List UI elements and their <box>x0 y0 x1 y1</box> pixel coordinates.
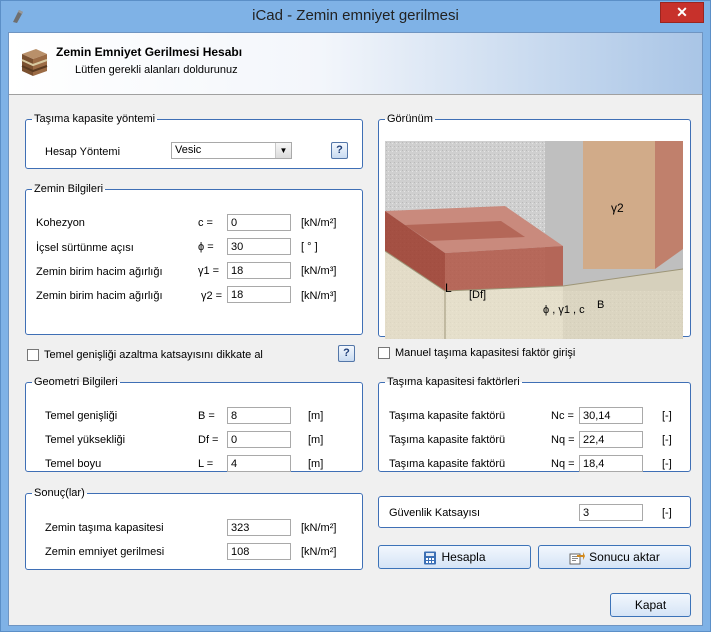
width-reduction-label: Temel genişliği azaltma katsayısını dikk… <box>44 349 263 361</box>
header-title: Zemin Emniyet Gerilmesi Hesabı <box>56 45 243 59</box>
header-subtitle: Lütfen gerekli alanları doldurunuz <box>75 64 238 76</box>
friction-angle-symbol: ϕ = <box>198 241 214 253</box>
factor-nc-input[interactable] <box>579 407 643 424</box>
foundation-width-input[interactable] <box>227 407 291 424</box>
foundation-depth-unit: [m] <box>308 434 324 446</box>
unit-weight-2-input[interactable] <box>227 286 291 303</box>
window-close-button[interactable]: ✕ <box>660 2 704 23</box>
cohesion-label: Kohezyon <box>36 217 85 229</box>
factor-nq-input[interactable] <box>579 431 643 448</box>
cohesion-symbol: c = <box>198 217 213 229</box>
method-group: Taşıma kapasite yöntemi Hesap Yöntemi Ve… <box>25 113 363 169</box>
method-help-button[interactable]: ? <box>331 142 348 159</box>
cohesion-unit: [kN/m²] <box>301 217 337 229</box>
window-title: iCad - Zemin emniyet gerilmesi <box>252 7 459 24</box>
foundation-depth-input[interactable] <box>227 431 291 448</box>
geometry-group-legend: Geometri Bilgileri <box>34 376 118 388</box>
factor-nc-label: Taşıma kapasite faktörü <box>389 410 506 422</box>
bearing-capacity-output[interactable] <box>227 519 291 536</box>
soil-layers-icon <box>21 49 48 76</box>
unit-weight-1-unit: [kN/m³] <box>301 265 337 277</box>
depth-label: [Df] <box>469 289 487 301</box>
gamma2-label: γ2 <box>611 201 624 215</box>
factor-ngamma-symbol: Nq = <box>551 458 575 470</box>
foundation-width-symbol: B = <box>198 410 215 422</box>
unit-weight-2-unit: [kN/m³] <box>301 290 337 302</box>
method-select-value: Vesic <box>175 144 202 156</box>
friction-angle-label: İçsel sürtünme açısı <box>36 242 134 254</box>
factor-ngamma-unit: [-] <box>662 458 672 470</box>
factor-nq-symbol: Nq = <box>551 434 575 446</box>
foundation-depth-symbol: Df = <box>198 434 219 446</box>
dialog-header: Zemin Emniyet Gerilmesi Hesabı Lütfen ge… <box>9 33 702 95</box>
foundation-width-label: Temel genişliği <box>45 410 118 422</box>
manual-factors-label: Manuel taşıma kapasitesi faktör girişi <box>395 347 576 359</box>
soil-group-legend: Zemin Bilgileri <box>34 183 104 195</box>
allowable-stress-label: Zemin emniyet gerilmesi <box>45 546 165 558</box>
foundation-length-symbol: L = <box>198 458 214 470</box>
factor-nq-label: Taşıma kapasite faktörü <box>389 434 506 446</box>
unit-weight-1-label: Zemin birim hacim ağırlığı <box>36 266 163 278</box>
method-group-legend: Taşıma kapasite yöntemi <box>34 113 156 125</box>
method-select[interactable]: Vesic ▼ <box>171 142 292 159</box>
factors-group-legend: Taşıma kapasitesi faktörleri <box>387 376 520 388</box>
view-group: Görünüm γ2 L [Df] ϕ , γ1 , c B <box>378 113 691 339</box>
width-reduction-checkbox[interactable] <box>27 349 39 361</box>
export-result-button-label: Sonucu aktar <box>589 550 660 564</box>
view-group-legend: Görünüm <box>387 113 433 125</box>
friction-angle-unit: [ ° ] <box>301 241 318 253</box>
chevron-down-icon[interactable]: ▼ <box>275 143 291 158</box>
results-group: Sonuç(lar) Zemin taşıma kapasitesi [kN/m… <box>25 487 363 570</box>
foundation-depth-label: Temel yüksekliği <box>45 434 126 446</box>
manual-factors-checkbox[interactable] <box>378 347 390 359</box>
factor-nc-unit: [-] <box>662 410 672 422</box>
calculate-button[interactable]: Hesapla <box>378 545 531 569</box>
unit-weight-2-symbol: γ2 = <box>201 290 223 302</box>
dialog-client: Zemin Emniyet Gerilmesi Hesabı Lütfen ge… <box>8 32 703 626</box>
foundation-length-label: Temel boyu <box>45 458 102 470</box>
bearing-capacity-label: Zemin taşıma kapasitesi <box>45 522 164 534</box>
width-label: B <box>597 299 605 311</box>
safety-factor-input[interactable] <box>579 504 643 521</box>
safety-factor-label: Güvenlik Katsayısı <box>389 507 481 519</box>
calculator-icon <box>424 551 437 565</box>
cohesion-input[interactable] <box>227 214 291 231</box>
export-icon <box>569 551 586 565</box>
friction-angle-input[interactable] <box>227 238 291 255</box>
export-result-button[interactable]: Sonucu aktar <box>538 545 691 569</box>
factor-nq-unit: [-] <box>662 434 672 446</box>
length-label: L <box>445 281 452 295</box>
soil-group: Zemin Bilgileri Kohezyon c = [kN/m²] İçs… <box>25 183 363 335</box>
foundation-3d-drawing <box>385 141 683 339</box>
bearing-capacity-unit: [kN/m²] <box>301 522 337 534</box>
calculate-button-label: Hesapla <box>441 550 486 564</box>
safety-group: Güvenlik Katsayısı [-] <box>378 496 691 528</box>
factors-group: Taşıma kapasitesi faktörleri Taşıma kapa… <box>378 376 691 472</box>
close-button[interactable]: Kapat <box>610 593 691 617</box>
factor-nc-symbol: Nc = <box>551 410 574 422</box>
title-bar: iCad - Zemin emniyet gerilmesi ✕ <box>1 1 710 32</box>
factor-ngamma-label: Taşıma kapasite faktörü <box>389 458 506 470</box>
results-group-legend: Sonuç(lar) <box>34 487 85 499</box>
foundation-diagram: γ2 L [Df] ϕ , γ1 , c B <box>385 141 683 339</box>
unit-weight-1-input[interactable] <box>227 262 291 279</box>
foundation-width-unit: [m] <box>308 410 324 422</box>
width-reduction-help-button[interactable]: ? <box>338 345 355 362</box>
unit-weight-2-label: Zemin birim hacim ağırlığı <box>36 290 163 302</box>
allowable-stress-unit: [kN/m²] <box>301 546 337 558</box>
foundation-length-input[interactable] <box>227 455 291 472</box>
foundation-length-unit: [m] <box>308 458 324 470</box>
unit-weight-1-symbol: γ1 = <box>198 265 220 277</box>
factor-ngamma-input[interactable] <box>579 455 643 472</box>
method-label: Hesap Yöntemi <box>45 146 121 158</box>
app-window: iCad - Zemin emniyet gerilmesi ✕ Zemin E… <box>0 0 711 632</box>
geometry-group: Geometri Bilgileri Temel genişliği B = [… <box>25 376 363 472</box>
safety-factor-unit: [-] <box>662 507 672 519</box>
allowable-stress-output[interactable] <box>227 543 291 560</box>
soil-params-label: ϕ , γ1 , c <box>543 304 585 316</box>
